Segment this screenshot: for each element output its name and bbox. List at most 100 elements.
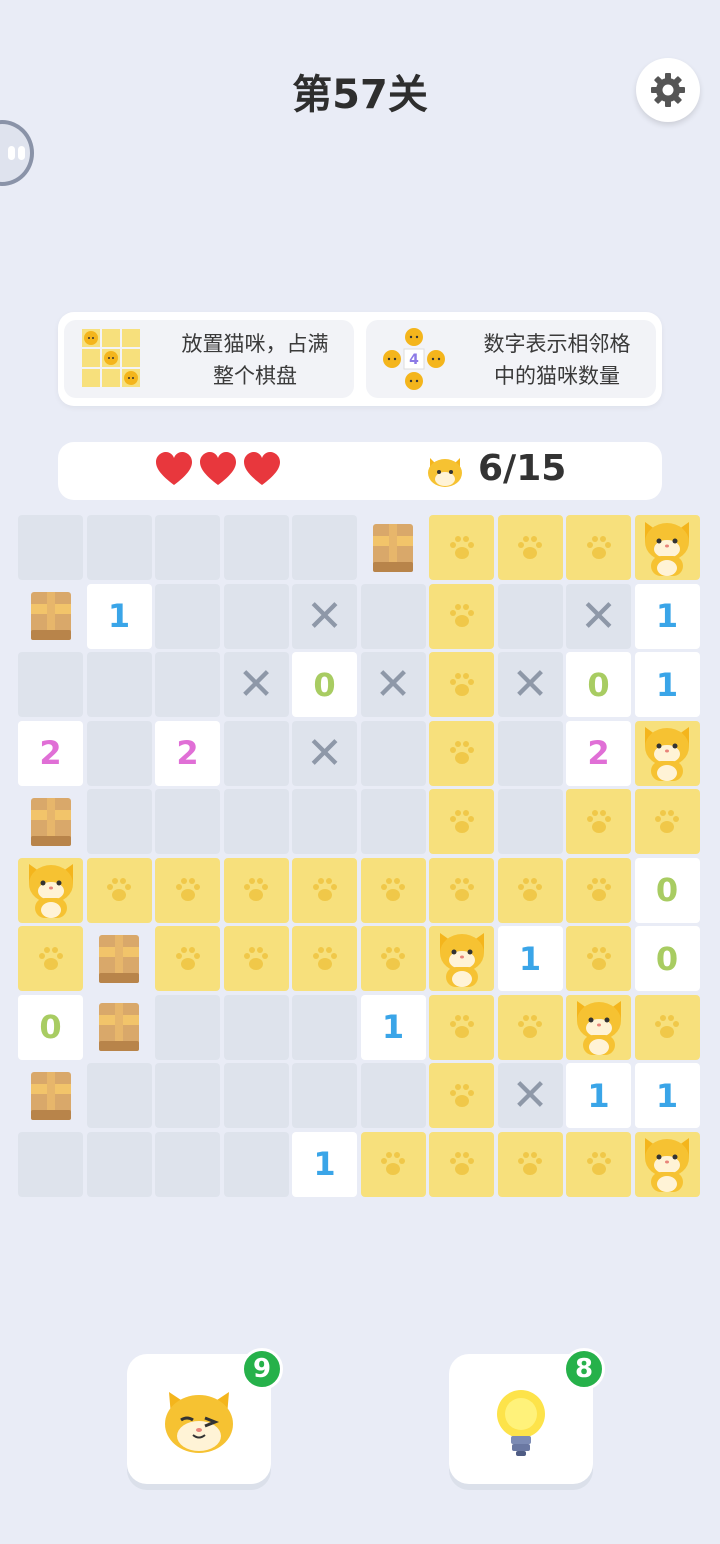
cat-icon xyxy=(645,521,689,576)
paw-cell[interactable] xyxy=(634,789,700,854)
paw-cell[interactable] xyxy=(429,515,494,580)
paw-cell[interactable] xyxy=(86,857,152,923)
empty-cell[interactable] xyxy=(155,1063,220,1128)
paw-icon xyxy=(449,809,474,833)
crossed-cell[interactable]: ✕ xyxy=(497,652,563,717)
paw-cell[interactable] xyxy=(497,515,563,580)
cat-cell[interactable] xyxy=(429,926,494,991)
paw-cell[interactable] xyxy=(497,994,563,1060)
paw-cell[interactable] xyxy=(223,857,289,923)
paw-cell[interactable] xyxy=(155,926,220,991)
empty-cell[interactable] xyxy=(292,1063,357,1128)
empty-cell[interactable] xyxy=(86,1131,152,1197)
paw-icon xyxy=(449,1015,474,1038)
paw-cell[interactable] xyxy=(429,994,494,1060)
paw-icon xyxy=(175,946,200,970)
rule2-line2: 中的猫咪数量 xyxy=(494,364,620,388)
empty-cell[interactable] xyxy=(223,789,289,854)
empty-cell[interactable] xyxy=(223,1131,289,1197)
empty-cell[interactable] xyxy=(292,515,357,580)
empty-cell[interactable] xyxy=(360,789,426,854)
paw-cell[interactable] xyxy=(429,1063,494,1128)
side-assistant-tab[interactable] xyxy=(0,120,34,186)
crossed-cell[interactable]: ✕ xyxy=(497,1063,563,1128)
empty-cell[interactable] xyxy=(155,515,220,580)
paw-cell[interactable] xyxy=(360,857,426,923)
empty-cell[interactable] xyxy=(155,583,220,649)
paw-cell[interactable] xyxy=(429,789,494,854)
clue-number: 1 xyxy=(655,597,679,635)
cat-cell[interactable] xyxy=(634,1131,700,1197)
empty-cell[interactable] xyxy=(155,1131,220,1197)
hint-tool-button[interactable]: 8 xyxy=(449,1348,605,1484)
empty-cell[interactable] xyxy=(223,720,289,786)
empty-cell[interactable] xyxy=(86,1063,152,1128)
paw-cell[interactable] xyxy=(566,515,631,580)
empty-cell[interactable] xyxy=(18,652,83,717)
crossed-cell[interactable]: ✕ xyxy=(292,720,357,786)
paw-icon xyxy=(175,878,200,901)
paw-cell[interactable] xyxy=(360,926,426,991)
x-mark-icon: ✕ xyxy=(580,590,617,642)
crossed-cell[interactable]: ✕ xyxy=(566,583,631,649)
paw-cell[interactable] xyxy=(18,926,83,991)
empty-cell[interactable] xyxy=(18,1131,83,1197)
empty-cell[interactable] xyxy=(155,789,220,854)
clue-number: 1 xyxy=(655,1076,679,1115)
paw-cell[interactable] xyxy=(497,857,563,923)
paw-cell[interactable] xyxy=(223,926,289,991)
settings-button[interactable] xyxy=(636,58,700,122)
empty-cell[interactable] xyxy=(18,515,83,580)
empty-cell[interactable] xyxy=(223,583,289,649)
empty-cell[interactable] xyxy=(86,720,152,786)
crossed-cell[interactable]: ✕ xyxy=(292,583,357,649)
empty-cell[interactable] xyxy=(155,652,220,717)
empty-cell[interactable] xyxy=(292,994,357,1060)
empty-cell[interactable] xyxy=(223,515,289,580)
paw-cell[interactable] xyxy=(429,1131,494,1197)
crossed-cell[interactable]: ✕ xyxy=(360,652,426,717)
clue-cell: 0 xyxy=(18,994,83,1060)
cat-cell[interactable] xyxy=(634,720,700,786)
empty-cell[interactable] xyxy=(360,583,426,649)
paw-cell[interactable] xyxy=(429,652,494,717)
paw-cell[interactable] xyxy=(566,1131,631,1197)
cat-cell[interactable] xyxy=(566,994,631,1060)
empty-cell[interactable] xyxy=(497,720,563,786)
empty-cell[interactable] xyxy=(360,720,426,786)
empty-cell[interactable] xyxy=(223,1063,289,1128)
clue-number: 1 xyxy=(381,1008,405,1046)
cat-cell[interactable] xyxy=(634,515,700,580)
paw-icon xyxy=(655,809,679,833)
paw-cell[interactable] xyxy=(634,994,700,1060)
crossed-cell[interactable]: ✕ xyxy=(223,652,289,717)
empty-cell[interactable] xyxy=(223,994,289,1060)
paw-icon xyxy=(586,878,611,901)
empty-cell[interactable] xyxy=(292,789,357,854)
empty-cell[interactable] xyxy=(497,789,563,854)
empty-cell[interactable] xyxy=(86,789,152,854)
paw-cell[interactable] xyxy=(566,857,631,923)
paw-cell[interactable] xyxy=(566,926,631,991)
empty-cell[interactable] xyxy=(86,515,152,580)
cat-cell[interactable] xyxy=(18,857,83,923)
empty-cell[interactable] xyxy=(86,652,152,717)
clue-number: 0 xyxy=(655,939,679,978)
paw-cell[interactable] xyxy=(292,857,357,923)
place-cat-tool-button[interactable]: 9 xyxy=(127,1348,283,1484)
empty-cell[interactable] xyxy=(497,583,563,649)
paw-cell[interactable] xyxy=(429,720,494,786)
paw-cell[interactable] xyxy=(155,857,220,923)
paw-cell[interactable] xyxy=(292,926,357,991)
clue-number: 1 xyxy=(655,665,679,704)
paw-icon xyxy=(312,878,337,901)
paw-cell[interactable] xyxy=(566,789,631,854)
empty-cell[interactable] xyxy=(360,1063,426,1128)
paw-cell[interactable] xyxy=(429,857,494,923)
paw-cell[interactable] xyxy=(360,1131,426,1197)
gear-icon xyxy=(651,73,685,107)
paw-icon xyxy=(449,604,474,627)
paw-cell[interactable] xyxy=(429,583,494,649)
paw-cell[interactable] xyxy=(497,1131,563,1197)
empty-cell[interactable] xyxy=(155,994,220,1060)
